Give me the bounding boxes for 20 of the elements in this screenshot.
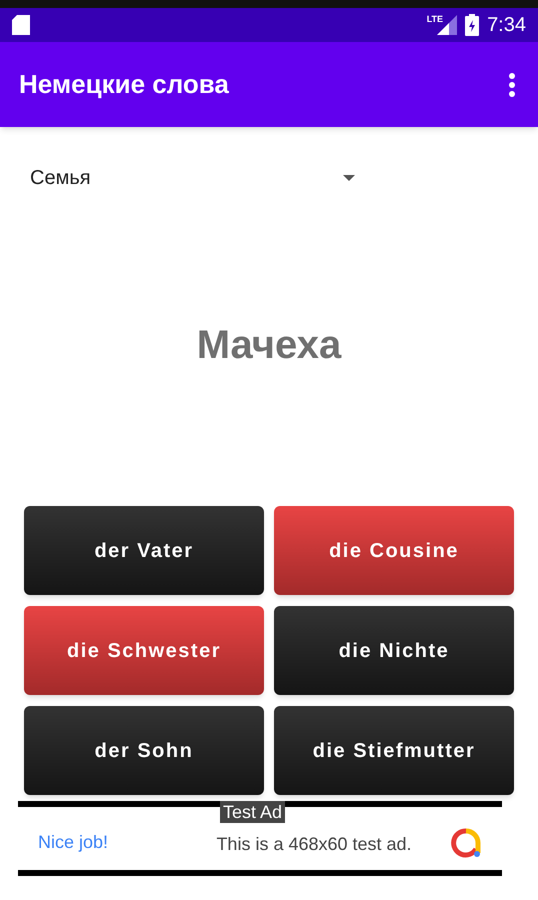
clock: 7:34 [487,13,526,38]
sd-card-icon [12,15,30,35]
answer-button[interactable]: die Stiefmutter [274,706,514,795]
category-dropdown[interactable]: Семья [30,161,355,195]
answer-button[interactable]: die Nichte [274,606,514,695]
dropdown-arrow-icon [343,175,355,181]
answer-button[interactable]: die Schwester [24,606,264,695]
more-menu-icon[interactable] [508,72,516,98]
ad-logo-icon [450,826,482,858]
answer-button[interactable]: der Sohn [24,706,264,795]
answer-button[interactable]: die Cousine [274,506,514,595]
battery-icon [465,14,480,36]
ad-headline: Nice job! [38,831,110,854]
app-title: Немецкие слова [19,68,230,101]
word-to-translate: Мачеха [196,322,342,369]
ad-badge: Test Ad [220,801,286,823]
network-label: LTE [426,13,444,26]
answer-button[interactable]: der Vater [24,506,264,595]
ad-banner[interactable]: Test Ad Nice job! This is a 468x60 test ad. [18,801,502,876]
ad-text: This is a 468x60 test ad. [215,833,413,856]
